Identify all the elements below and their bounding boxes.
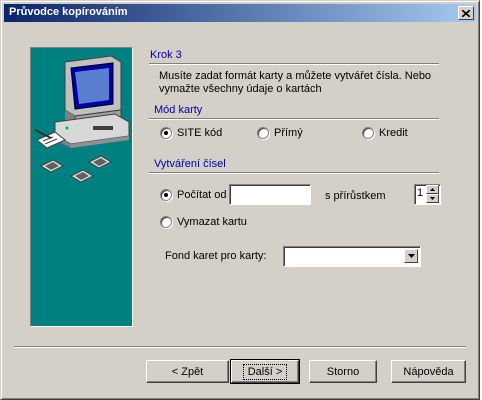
fund-label: Fond karet pro karty: [165, 250, 267, 262]
radio-circle[interactable] [160, 216, 172, 228]
radio-count-from[interactable]: Počítat od [160, 189, 227, 201]
count-from-input[interactable] [229, 184, 311, 205]
step-description: Musíte zadat formát karty a můžete vytvá… [159, 70, 432, 95]
computer-illustration-icon [34, 55, 130, 183]
cancel-button[interactable]: Storno [309, 360, 377, 383]
fund-combobox[interactable] [283, 246, 421, 267]
cancel-button-label: Storno [326, 365, 360, 378]
increment-value: 1 [417, 187, 424, 199]
radio-direct[interactable]: Přímý [257, 127, 303, 139]
window-title: Průvodce kopírováním [9, 6, 128, 18]
numbering-label: Vytváření čísel [154, 158, 226, 170]
card-mode-label: Mód karty [154, 104, 203, 116]
radio-circle[interactable] [362, 127, 374, 139]
step-divider [149, 63, 439, 65]
spin-down-icon [430, 197, 435, 200]
radio-circle[interactable] [160, 189, 172, 201]
dropdown-arrow-icon [407, 254, 415, 258]
numbering-divider [149, 172, 439, 174]
spin-down-button[interactable] [426, 194, 439, 203]
spin-up-button[interactable] [426, 185, 439, 194]
wizard-window: Průvodce kopírováním Krok 3 Musíte zadat… [0, 0, 480, 400]
help-button[interactable]: Nápověda [391, 360, 466, 383]
spin-up-icon [430, 188, 435, 191]
radio-erase-card[interactable]: Vymazat kartu [160, 216, 247, 228]
radio-label: Vymazat kartu [177, 216, 247, 228]
radio-credit[interactable]: Kredit [362, 127, 408, 139]
radio-label: Přímý [274, 127, 303, 139]
increment-spinner[interactable] [426, 185, 439, 203]
back-button[interactable]: < Zpět [146, 360, 229, 383]
radio-site-code[interactable]: SITE kód [160, 127, 222, 139]
close-icon [462, 9, 470, 17]
back-button-label: < Zpět [171, 365, 204, 378]
radio-circle[interactable] [257, 127, 269, 139]
title-bar[interactable]: Průvodce kopírováním [4, 4, 476, 22]
help-button-label: Nápověda [403, 365, 454, 378]
next-button-label: Další > [242, 363, 288, 380]
card-mode-divider [149, 118, 439, 120]
radio-circle[interactable] [160, 127, 172, 139]
button-divider [14, 346, 466, 348]
radio-label: Počítat od [177, 189, 227, 201]
radio-label: SITE kód [177, 127, 223, 139]
close-button[interactable] [458, 6, 474, 20]
wizard-side-panel [30, 47, 133, 327]
radio-label: Kredit [379, 127, 408, 139]
step-title: Krok 3 [150, 49, 182, 61]
increment-label: s přírůstkem [325, 190, 386, 202]
dropdown-button[interactable] [404, 249, 418, 263]
next-button[interactable]: Další > [230, 359, 300, 384]
